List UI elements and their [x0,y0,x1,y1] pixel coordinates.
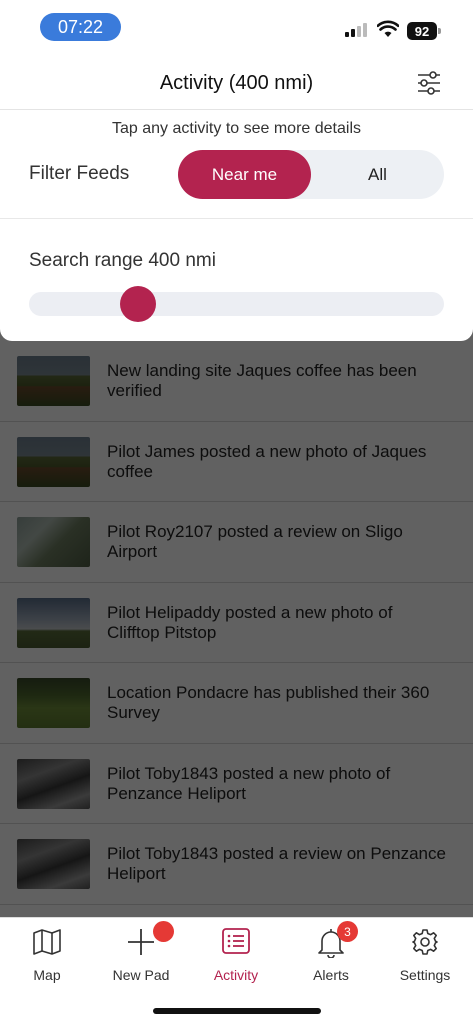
page-title: Activity (400 nmi) [159,72,314,94]
cellular-signal-icon [345,23,367,37]
activity-hint: Tap any activity to see more details [111,120,361,137]
search-range-slider[interactable] [29,286,444,322]
tab-alerts-label: Alerts [313,967,349,983]
search-range-label: Search range 400 nmi [29,250,216,271]
tab-bar: Map New Pad Activity 3 Alerts Settings [0,917,473,1024]
tab-activity-label: Activity [213,967,259,983]
tab-new-pad-label: New Pad [112,967,170,983]
wifi-icon [377,20,399,37]
filter-panel: Tap any activity to see more details Fil… [0,110,473,341]
filter-settings-button[interactable] [413,68,445,98]
tab-settings-label: Settings [399,967,451,983]
slider-thumb[interactable] [120,286,156,322]
plus-icon [128,929,154,955]
home-indicator [153,1008,321,1014]
sliders-icon [418,71,440,95]
tab-map-label: Map [33,967,61,983]
feed-segmented-control: Near me All [178,150,444,199]
new-pad-dot-badge [153,921,174,942]
gear-icon [412,929,438,955]
filter-feeds-label: Filter Feeds [29,163,130,184]
tab-activity[interactable]: Activity [189,918,283,998]
battery-indicator: 92 [407,22,437,40]
app-header: Activity (400 nmi) [0,56,473,110]
tab-new-pad[interactable]: New Pad [94,918,188,998]
battery-tip [438,28,441,34]
status-bar: 07:22 92 [0,0,473,56]
tab-alerts[interactable]: 3 Alerts [284,918,378,998]
segment-all[interactable]: All [311,150,444,199]
list-icon [222,928,250,954]
panel-divider [0,218,473,219]
map-icon [33,929,61,955]
status-time: 07:22 [40,13,121,41]
segment-near-me[interactable]: Near me [178,150,311,199]
alerts-count-badge: 3 [337,921,358,942]
tab-map[interactable]: Map [0,918,94,998]
tab-settings[interactable]: Settings [378,918,472,998]
